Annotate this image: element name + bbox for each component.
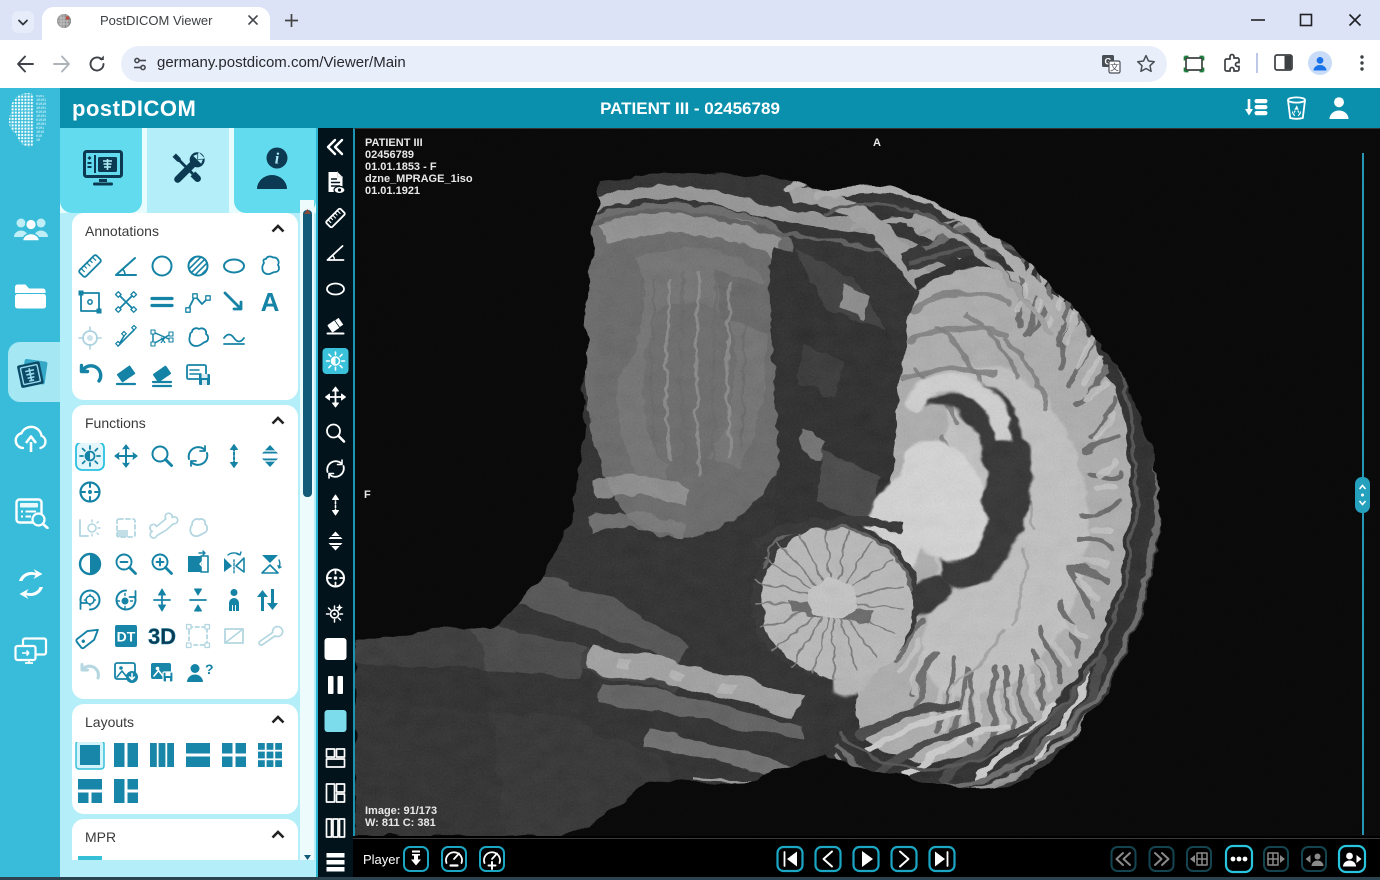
svg-text:?: ?	[205, 661, 214, 677]
svg-text:i: i	[275, 151, 280, 168]
svg-text:文: 文	[1110, 62, 1119, 73]
svg-text:DT: DT	[117, 629, 136, 645]
svg-text:A: A	[261, 287, 280, 317]
svg-text:10: 10	[36, 139, 40, 143]
svg-text:3D: 3D	[148, 624, 176, 649]
svg-text:x: x	[160, 335, 166, 346]
